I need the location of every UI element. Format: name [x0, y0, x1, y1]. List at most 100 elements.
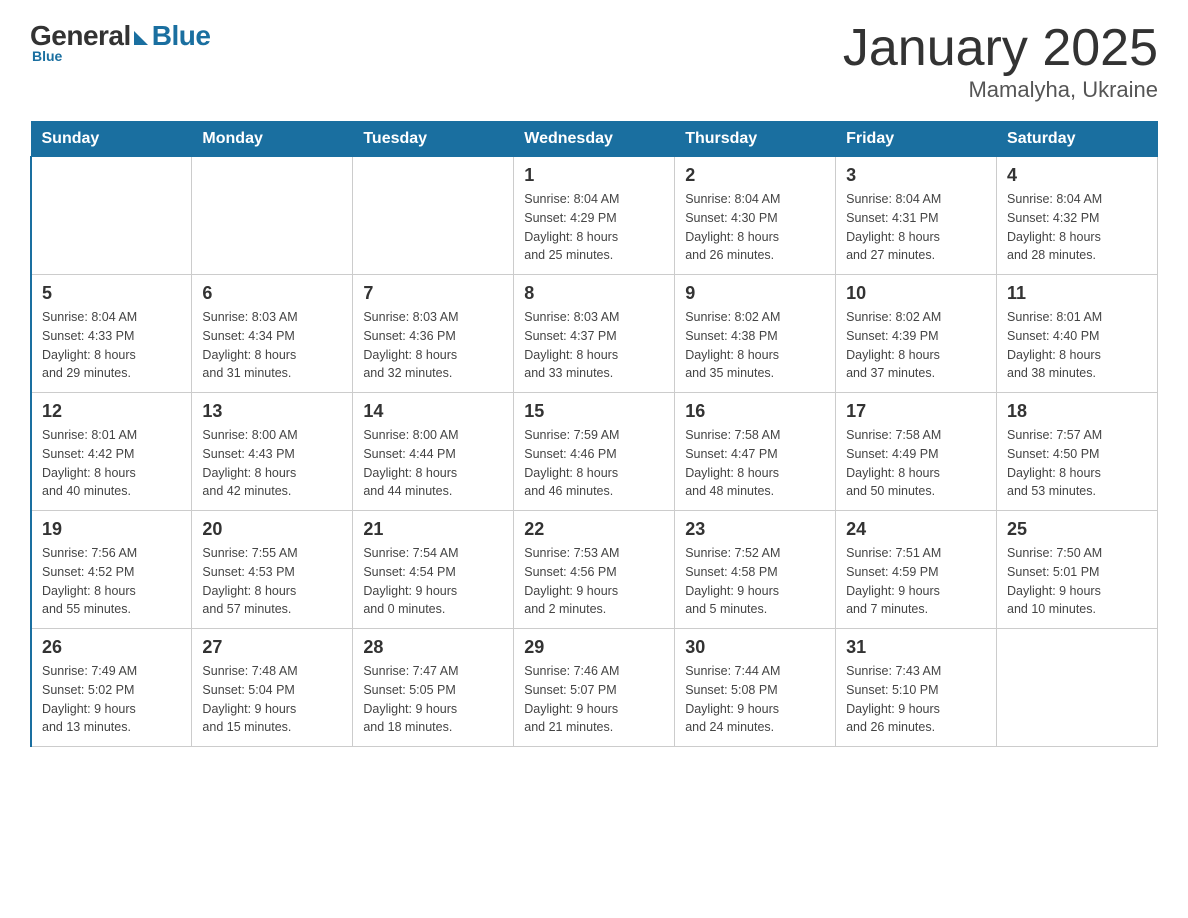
- day-info: Sunrise: 7:59 AM Sunset: 4:46 PM Dayligh…: [524, 426, 664, 501]
- calendar-cell: 29 Sunrise: 7:46 AM Sunset: 5:07 PM Dayli…: [514, 629, 675, 747]
- title-block: January 2025 Mamalyha, Ukraine: [843, 20, 1158, 103]
- calendar-cell: 26 Sunrise: 7:49 AM Sunset: 5:02 PM Dayli…: [31, 629, 192, 747]
- header-cell-tuesday: Tuesday: [353, 122, 514, 157]
- calendar-cell: 22 Sunrise: 7:53 AM Sunset: 4:56 PM Dayli…: [514, 511, 675, 629]
- day-number: 13: [202, 401, 342, 422]
- calendar-cell: 27 Sunrise: 7:48 AM Sunset: 5:04 PM Dayli…: [192, 629, 353, 747]
- day-info: Sunrise: 8:04 AM Sunset: 4:30 PM Dayligh…: [685, 190, 825, 265]
- day-number: 25: [1007, 519, 1147, 540]
- calendar-cell: 12 Sunrise: 8:01 AM Sunset: 4:42 PM Dayli…: [31, 393, 192, 511]
- day-info: Sunrise: 7:51 AM Sunset: 4:59 PM Dayligh…: [846, 544, 986, 619]
- day-info: Sunrise: 7:56 AM Sunset: 4:52 PM Dayligh…: [42, 544, 181, 619]
- calendar-cell: 7Sunrise: 8:03 AM Sunset: 4:36 PM Daylig…: [353, 275, 514, 393]
- day-info: Sunrise: 7:57 AM Sunset: 4:50 PM Dayligh…: [1007, 426, 1147, 501]
- day-number: 23: [685, 519, 825, 540]
- day-info: Sunrise: 8:04 AM Sunset: 4:29 PM Dayligh…: [524, 190, 664, 265]
- day-info: Sunrise: 7:49 AM Sunset: 5:02 PM Dayligh…: [42, 662, 181, 737]
- day-info: Sunrise: 7:53 AM Sunset: 4:56 PM Dayligh…: [524, 544, 664, 619]
- week-row-5: 26 Sunrise: 7:49 AM Sunset: 5:02 PM Dayli…: [31, 629, 1158, 747]
- calendar-cell: 5 Sunrise: 8:04 AM Sunset: 4:33 PM Daylig…: [31, 275, 192, 393]
- header-cell-thursday: Thursday: [675, 122, 836, 157]
- day-number: 10: [846, 283, 986, 304]
- header-cell-friday: Friday: [836, 122, 997, 157]
- day-info: Sunrise: 8:04 AM Sunset: 4:33 PM Dayligh…: [42, 308, 181, 383]
- day-number: 30: [685, 637, 825, 658]
- day-info: Sunrise: 8:02 AM Sunset: 4:39 PM Dayligh…: [846, 308, 986, 383]
- day-number: 28: [363, 637, 503, 658]
- day-number: 29: [524, 637, 664, 658]
- calendar-cell: [192, 157, 353, 275]
- calendar-cell: 16 Sunrise: 7:58 AM Sunset: 4:47 PM Dayli…: [675, 393, 836, 511]
- calendar-cell: 10 Sunrise: 8:02 AM Sunset: 4:39 PM Dayli…: [836, 275, 997, 393]
- day-number: 11: [1007, 283, 1147, 304]
- calendar-cell: 11 Sunrise: 8:01 AM Sunset: 4:40 PM Dayli…: [997, 275, 1158, 393]
- day-number: 12: [42, 401, 181, 422]
- calendar-cell: 20Sunrise: 7:55 AM Sunset: 4:53 PM Dayli…: [192, 511, 353, 629]
- day-number: 19: [42, 519, 181, 540]
- calendar-cell: 8 Sunrise: 8:03 AM Sunset: 4:37 PM Daylig…: [514, 275, 675, 393]
- day-info: Sunrise: 8:03 AM Sunset: 4:37 PM Dayligh…: [524, 308, 664, 383]
- calendar-cell: 1 Sunrise: 8:04 AM Sunset: 4:29 PM Daylig…: [514, 157, 675, 275]
- calendar-title: January 2025: [843, 20, 1158, 77]
- day-number: 31: [846, 637, 986, 658]
- day-number: 18: [1007, 401, 1147, 422]
- calendar-cell: 18 Sunrise: 7:57 AM Sunset: 4:50 PM Dayli…: [997, 393, 1158, 511]
- calendar-cell: 21Sunrise: 7:54 AM Sunset: 4:54 PM Dayli…: [353, 511, 514, 629]
- week-row-3: 12 Sunrise: 8:01 AM Sunset: 4:42 PM Dayli…: [31, 393, 1158, 511]
- logo: General Blue Blue: [30, 20, 210, 64]
- calendar-cell: 28Sunrise: 7:47 AM Sunset: 5:05 PM Dayli…: [353, 629, 514, 747]
- calendar-cell: 9 Sunrise: 8:02 AM Sunset: 4:38 PM Daylig…: [675, 275, 836, 393]
- day-number: 24: [846, 519, 986, 540]
- week-row-4: 19 Sunrise: 7:56 AM Sunset: 4:52 PM Dayli…: [31, 511, 1158, 629]
- day-number: 26: [42, 637, 181, 658]
- day-number: 5: [42, 283, 181, 304]
- day-number: 22: [524, 519, 664, 540]
- day-info: Sunrise: 8:00 AM Sunset: 4:43 PM Dayligh…: [202, 426, 342, 501]
- day-info: Sunrise: 8:01 AM Sunset: 4:42 PM Dayligh…: [42, 426, 181, 501]
- day-number: 6: [202, 283, 342, 304]
- calendar-cell: 24 Sunrise: 7:51 AM Sunset: 4:59 PM Dayli…: [836, 511, 997, 629]
- day-info: Sunrise: 7:46 AM Sunset: 5:07 PM Dayligh…: [524, 662, 664, 737]
- calendar-cell: 14 Sunrise: 8:00 AM Sunset: 4:44 PM Dayli…: [353, 393, 514, 511]
- day-info: Sunrise: 8:02 AM Sunset: 4:38 PM Dayligh…: [685, 308, 825, 383]
- day-info: Sunrise: 7:50 AM Sunset: 5:01 PM Dayligh…: [1007, 544, 1147, 619]
- week-row-2: 5 Sunrise: 8:04 AM Sunset: 4:33 PM Daylig…: [31, 275, 1158, 393]
- day-info: Sunrise: 7:58 AM Sunset: 4:47 PM Dayligh…: [685, 426, 825, 501]
- day-info: Sunrise: 8:04 AM Sunset: 4:31 PM Dayligh…: [846, 190, 986, 265]
- day-number: 20: [202, 519, 342, 540]
- week-row-1: 1 Sunrise: 8:04 AM Sunset: 4:29 PM Daylig…: [31, 157, 1158, 275]
- day-number: 8: [524, 283, 664, 304]
- calendar-cell: 31 Sunrise: 7:43 AM Sunset: 5:10 PM Dayli…: [836, 629, 997, 747]
- calendar-subtitle: Mamalyha, Ukraine: [843, 77, 1158, 103]
- calendar-cell: 13 Sunrise: 8:00 AM Sunset: 4:43 PM Dayli…: [192, 393, 353, 511]
- header-cell-sunday: Sunday: [31, 122, 192, 157]
- day-number: 14: [363, 401, 503, 422]
- day-number: 3: [846, 165, 986, 186]
- calendar-cell: [997, 629, 1158, 747]
- calendar-cell: 4 Sunrise: 8:04 AM Sunset: 4:32 PM Daylig…: [997, 157, 1158, 275]
- day-info: Sunrise: 8:01 AM Sunset: 4:40 PM Dayligh…: [1007, 308, 1147, 383]
- calendar-cell: [31, 157, 192, 275]
- day-info: Sunrise: 7:43 AM Sunset: 5:10 PM Dayligh…: [846, 662, 986, 737]
- calendar-cell: 3 Sunrise: 8:04 AM Sunset: 4:31 PM Daylig…: [836, 157, 997, 275]
- calendar-cell: 25 Sunrise: 7:50 AM Sunset: 5:01 PM Dayli…: [997, 511, 1158, 629]
- day-number: 4: [1007, 165, 1147, 186]
- calendar-cell: 6Sunrise: 8:03 AM Sunset: 4:34 PM Daylig…: [192, 275, 353, 393]
- day-info: Sunrise: 7:52 AM Sunset: 4:58 PM Dayligh…: [685, 544, 825, 619]
- header-cell-monday: Monday: [192, 122, 353, 157]
- calendar-cell: 2Sunrise: 8:04 AM Sunset: 4:30 PM Daylig…: [675, 157, 836, 275]
- calendar-table: SundayMondayTuesdayWednesdayThursdayFrid…: [30, 121, 1158, 747]
- header-cell-saturday: Saturday: [997, 122, 1158, 157]
- page-header: General Blue Blue January 2025 Mamalyha,…: [30, 20, 1158, 103]
- day-info: Sunrise: 8:04 AM Sunset: 4:32 PM Dayligh…: [1007, 190, 1147, 265]
- day-info: Sunrise: 8:00 AM Sunset: 4:44 PM Dayligh…: [363, 426, 503, 501]
- calendar-cell: 17Sunrise: 7:58 AM Sunset: 4:49 PM Dayli…: [836, 393, 997, 511]
- day-number: 21: [363, 519, 503, 540]
- calendar-cell: [353, 157, 514, 275]
- day-number: 16: [685, 401, 825, 422]
- day-number: 1: [524, 165, 664, 186]
- day-number: 27: [202, 637, 342, 658]
- calendar-cell: 30Sunrise: 7:44 AM Sunset: 5:08 PM Dayli…: [675, 629, 836, 747]
- day-info: Sunrise: 7:48 AM Sunset: 5:04 PM Dayligh…: [202, 662, 342, 737]
- day-number: 9: [685, 283, 825, 304]
